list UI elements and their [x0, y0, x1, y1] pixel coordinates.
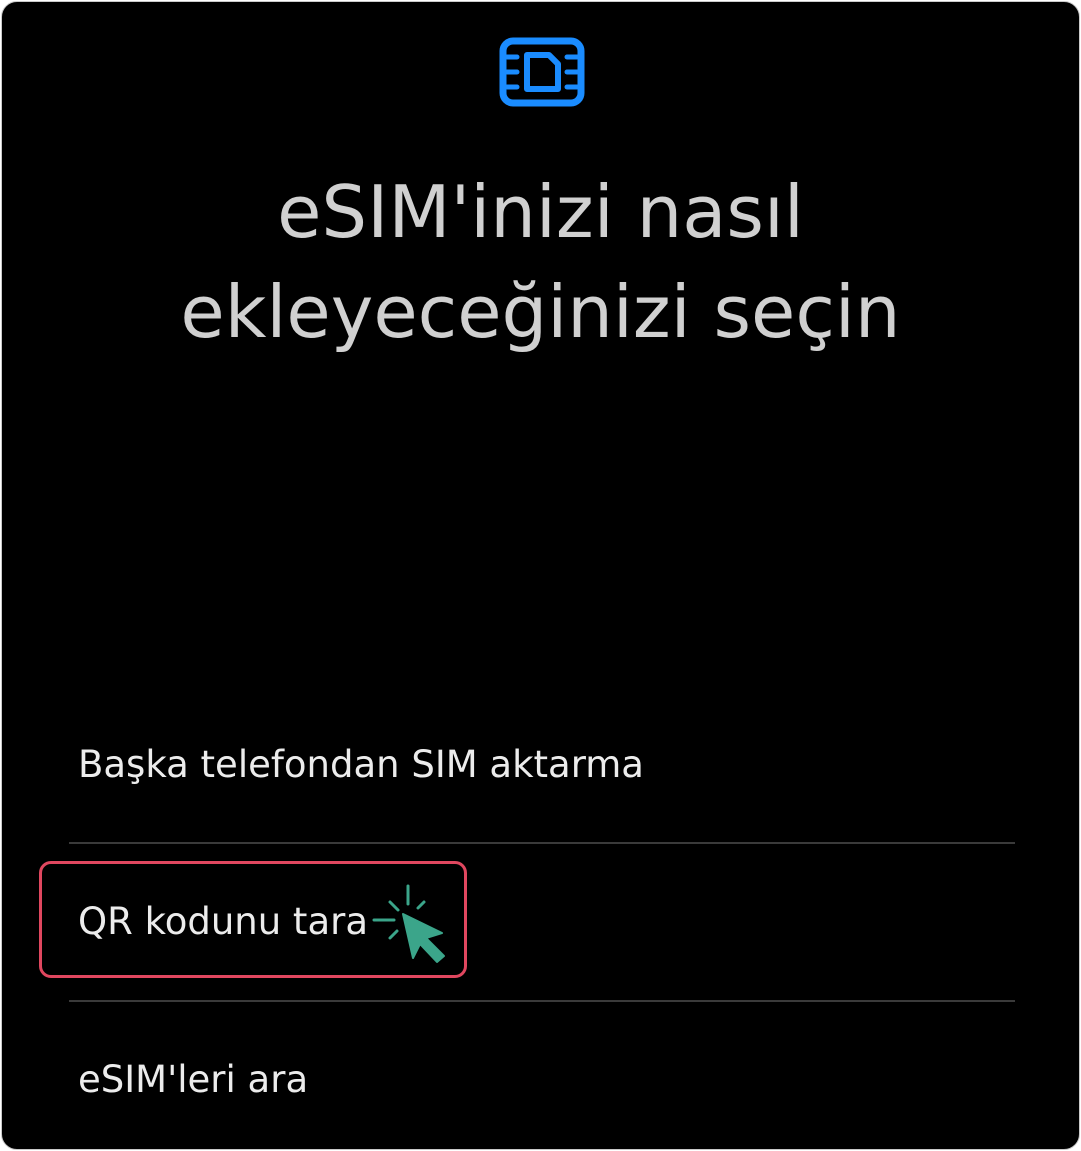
option-search-esims[interactable]: eSIM'leri ara: [78, 1055, 308, 1105]
esim-setup-screen: eSIM'inizi nasıl ekleyeceğinizi seçin Ba…: [1, 1, 1080, 1150]
divider: [69, 1000, 1015, 1002]
divider: [69, 842, 1015, 844]
click-cursor-icon: [372, 884, 445, 963]
esim-card-icon: [499, 37, 585, 107]
page-title-line-2: ekleyeceğinizi seçin: [180, 270, 901, 354]
page-title: eSIM'inizi nasıl ekleyeceğinizi seçin: [2, 162, 1079, 362]
option-transfer-sim[interactable]: Başka telefondan SIM aktarma: [78, 740, 644, 790]
page-title-line-1: eSIM'inizi nasıl: [277, 170, 804, 254]
